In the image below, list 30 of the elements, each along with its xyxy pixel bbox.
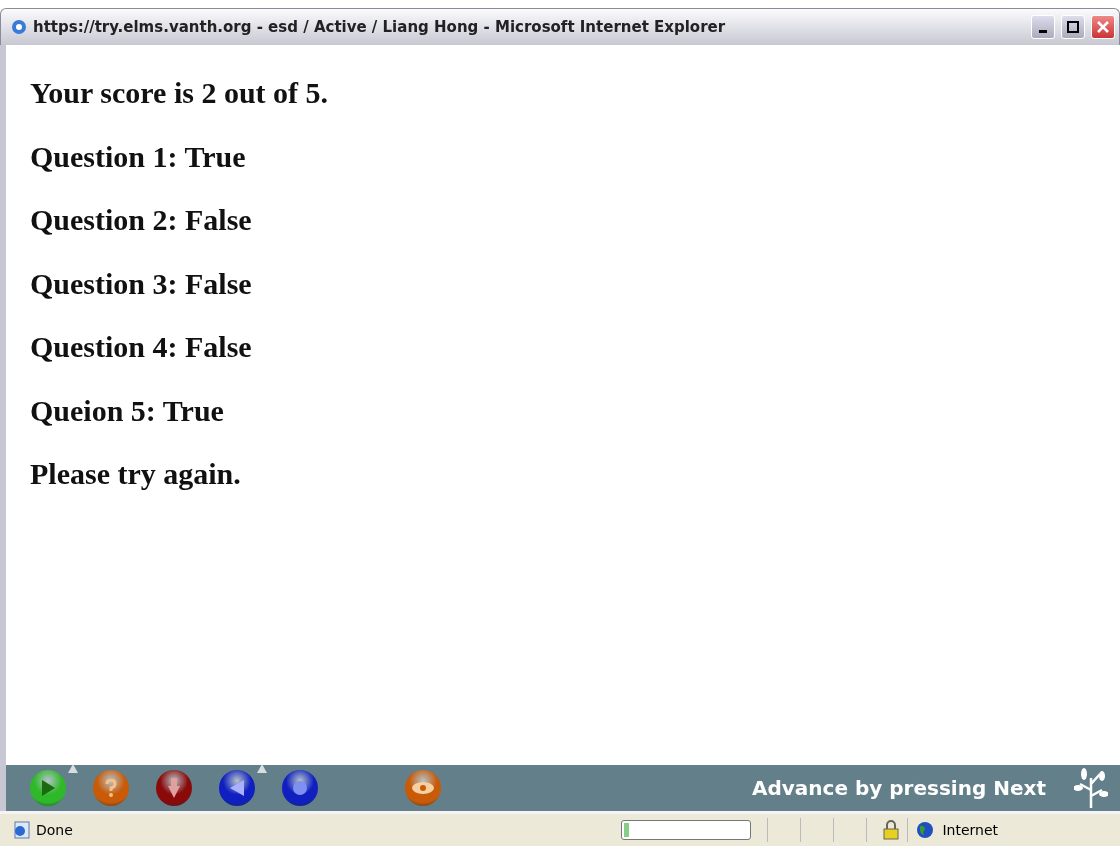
status-text: Done	[36, 822, 73, 838]
lock-icon	[883, 820, 900, 840]
triangle-icon	[68, 764, 78, 773]
result-text: Question 4: False	[30, 329, 252, 365]
result-text: Queion 5: True	[30, 392, 224, 429]
result-text: Question 2: False	[30, 202, 252, 238]
page-icon	[12, 821, 30, 839]
result-text: Your score is 2 out of 5.	[30, 75, 329, 111]
result-text: Question 3: False	[30, 265, 252, 302]
zone-text: Internet	[942, 822, 998, 838]
minimize-button[interactable]	[1031, 15, 1055, 39]
result-text: Question 1: True	[30, 138, 246, 175]
browser-icon	[11, 19, 27, 35]
window-title: https://try.elms.vanth.org - esd / Active / Liang Hong - Microsoft Internet Explorer	[33, 18, 727, 36]
plant-logo-icon	[1074, 768, 1108, 808]
close-button[interactable]	[1091, 15, 1115, 39]
eye-icon	[412, 782, 434, 794]
minimize-icon	[1039, 29, 1047, 33]
circle-icon	[293, 781, 307, 795]
maximize-button[interactable]	[1061, 15, 1085, 39]
close-icon	[1097, 21, 1109, 33]
globe-icon	[916, 821, 935, 839]
back-arrow-icon	[230, 780, 244, 796]
down-arrow-icon	[168, 778, 180, 798]
result-text: Please try again.	[30, 456, 241, 492]
triangle-icon	[257, 764, 267, 773]
play-icon	[41, 780, 55, 796]
maximize-icon	[1067, 21, 1079, 33]
question-icon	[105, 779, 117, 797]
hint-text: Advance by pressing Next	[752, 776, 1046, 800]
